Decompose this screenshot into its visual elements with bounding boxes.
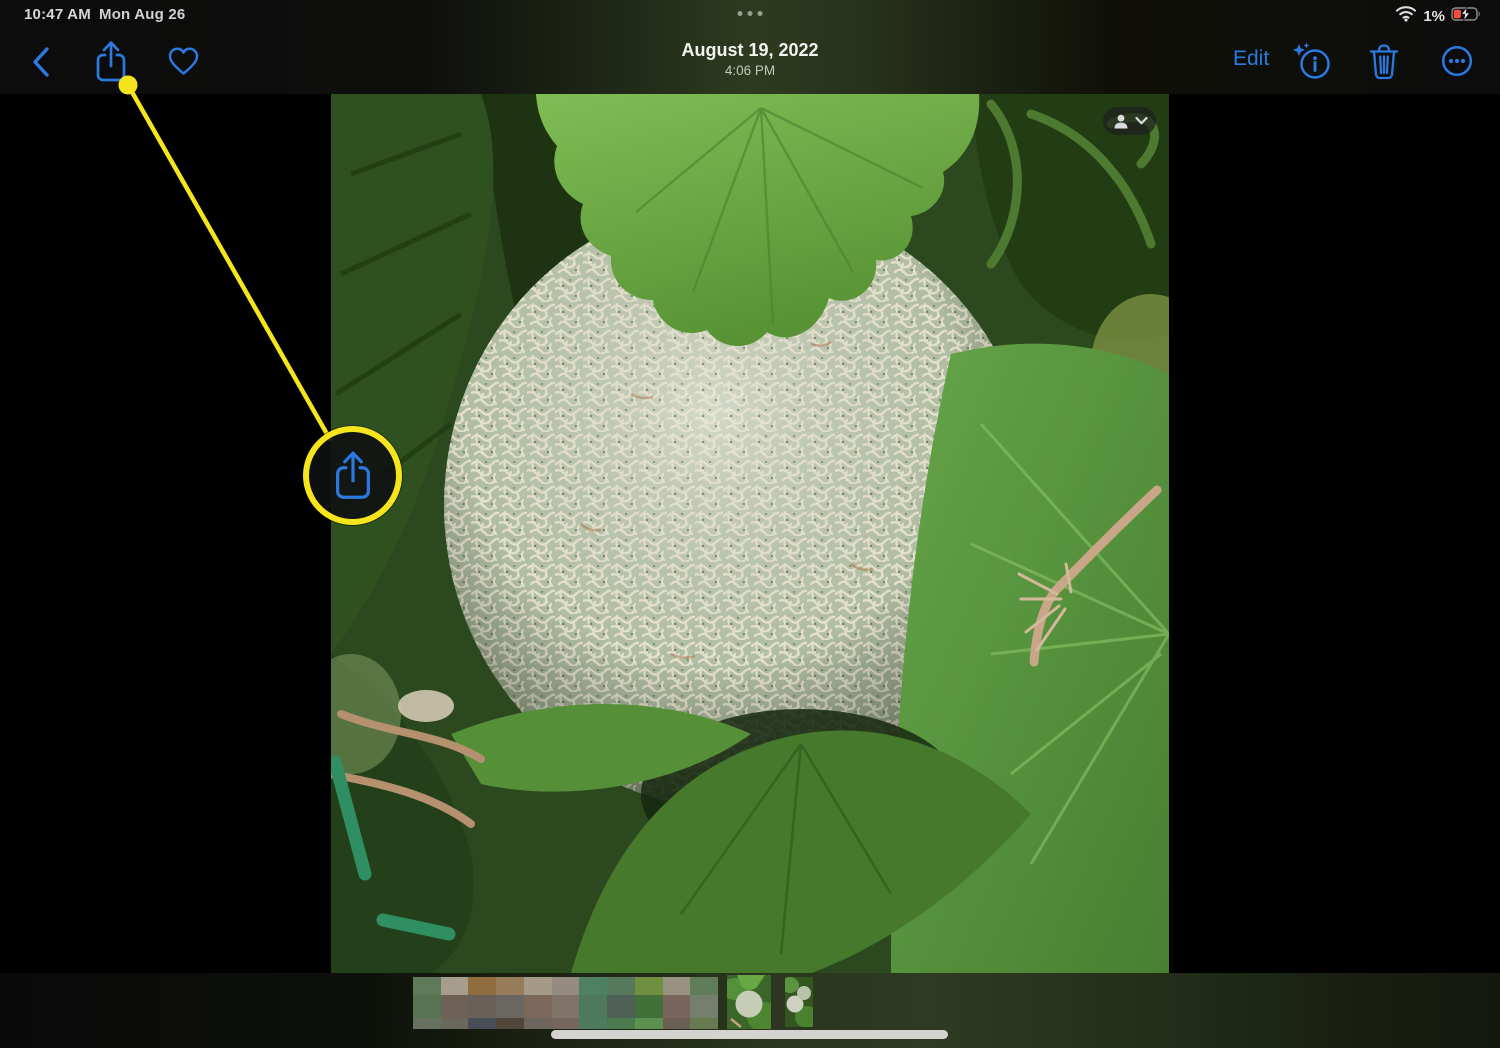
share-icon: [330, 450, 376, 502]
home-indicator[interactable]: [551, 1030, 948, 1039]
status-date: Mon Aug 26: [99, 6, 185, 23]
status-time: 10:47 AM: [24, 6, 91, 23]
people-badge[interactable]: [1103, 107, 1156, 135]
battery-charging-icon: [1451, 6, 1482, 27]
more-button[interactable]: [1440, 44, 1474, 78]
blurred-thumbnails[interactable]: [413, 977, 718, 1029]
wifi-icon: [1395, 5, 1417, 27]
cantaloupe-photo: [331, 94, 1169, 973]
photo-time: 4:06 PM: [681, 63, 818, 79]
thumbnail-current[interactable]: [727, 975, 771, 1029]
delete-button[interactable]: [1368, 43, 1400, 81]
thumbnail-next[interactable]: [785, 977, 813, 1027]
photo-date-title: August 19, 2022 4:06 PM: [681, 40, 818, 78]
thumbnail-strip-bar: [0, 973, 1500, 1048]
toolbar: August 19, 2022 4:06 PM Edit: [0, 30, 1500, 94]
callout-share-highlight: [303, 426, 402, 525]
battery-percent: 1%: [1423, 8, 1445, 25]
back-button[interactable]: [24, 46, 58, 78]
photos-app-screen: 10:47 AM Mon Aug 26 1%: [0, 0, 1500, 1048]
status-bar: 10:47 AM Mon Aug 26 1%: [0, 0, 1500, 30]
top-chrome: 10:47 AM Mon Aug 26 1%: [0, 0, 1500, 94]
favorite-button[interactable]: [166, 45, 200, 77]
photo-canvas[interactable]: [331, 94, 1169, 973]
info-sparkles-button[interactable]: [1291, 42, 1333, 82]
edit-button[interactable]: Edit: [1233, 47, 1269, 71]
share-button[interactable]: [94, 40, 128, 84]
multitasking-indicator[interactable]: [738, 11, 763, 16]
photo-date: August 19, 2022: [681, 40, 818, 61]
chevron-down-icon: [1135, 117, 1148, 125]
person-icon: [1112, 113, 1130, 130]
